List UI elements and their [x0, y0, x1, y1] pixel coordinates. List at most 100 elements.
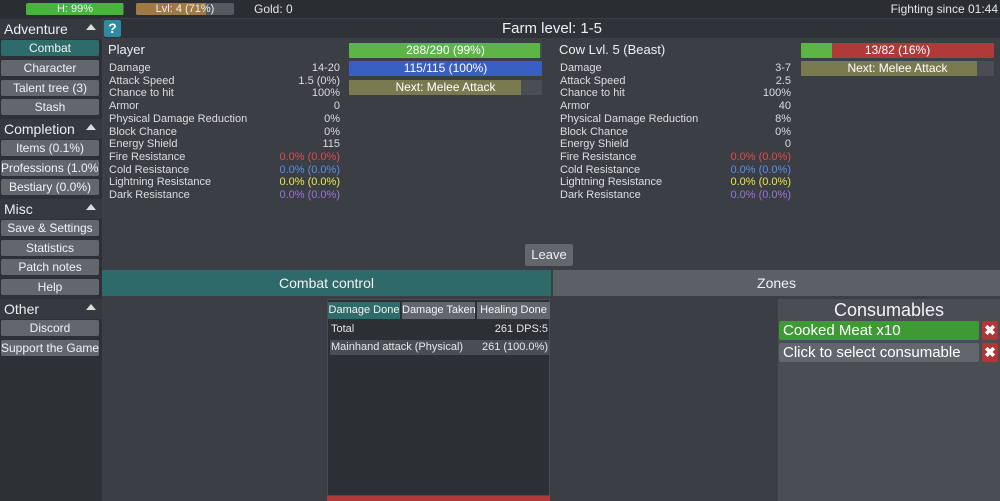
stat-label: Chance to hit: [109, 87, 174, 100]
stat-value: 0%: [324, 125, 340, 138]
enemy-name: Cow Lvl. 5 (Beast): [559, 42, 666, 57]
damage-meter: Damage Done Damage Taken Healing Done To…: [327, 299, 550, 496]
stat-row: Dark Resistance 0.0% (0.0%): [109, 189, 340, 202]
leave-button[interactable]: Leave: [525, 244, 573, 266]
stat-value: 1.5 (0%): [298, 74, 340, 87]
consumable-slot-2[interactable]: Click to select consumable: [779, 343, 979, 362]
stat-label: Lightning Resistance: [560, 176, 663, 189]
section-adventure[interactable]: Adventure: [0, 19, 102, 39]
stat-row: Chance to hit 100%: [560, 87, 791, 100]
stat-label: Energy Shield: [560, 138, 629, 151]
nav-character[interactable]: Character: [1, 60, 99, 76]
section-misc[interactable]: Misc: [0, 199, 102, 219]
remove-consumable-1-close-icon[interactable]: ✖: [982, 321, 998, 340]
enemy-hp-bar: 13/82 (16%): [801, 43, 994, 58]
meter-reset-button[interactable]: [327, 496, 550, 501]
stat-value: 0.0% (0.0%): [279, 176, 340, 189]
stat-value: 100%: [762, 87, 791, 100]
stat-value: 0.0% (0.0%): [730, 176, 791, 189]
stat-row: Attack Speed 1.5 (0%): [109, 75, 340, 88]
stat-row: Armor 40: [560, 100, 791, 113]
nav-talent-tree[interactable]: Talent tree (3): [1, 80, 99, 96]
help-icon[interactable]: ?: [104, 20, 121, 37]
stat-label: Armor: [109, 100, 139, 113]
stat-label: Energy Shield: [109, 138, 178, 151]
stat-row: Armor 0: [109, 100, 340, 113]
nav-professions[interactable]: Professions (1.0%): [1, 160, 99, 176]
gold-display: Gold: 0: [254, 2, 293, 16]
chevron-up-icon[interactable]: [86, 124, 96, 130]
nav-support-the-game[interactable]: Support the Game: [1, 340, 99, 356]
stat-value: 0.0% (0.0%): [279, 150, 340, 163]
stat-value: 0.0% (0.0%): [279, 163, 340, 176]
fighting-timer: Fighting since 01:44: [890, 2, 998, 16]
meter-tab-damage-done[interactable]: Damage Done: [328, 302, 400, 319]
enemy-next-attack-bar: Next: Melee Attack: [801, 61, 994, 76]
meter-tab-healing-done[interactable]: Healing Done: [477, 302, 550, 319]
nav-patch-notes[interactable]: Patch notes: [1, 259, 99, 275]
player-next-attack-bar: Next: Melee Attack: [349, 80, 542, 95]
stat-row: Physical Damage Reduction 8%: [560, 113, 791, 126]
nav-combat[interactable]: Combat: [1, 40, 99, 56]
stat-label: Cold Resistance: [109, 163, 190, 176]
chevron-up-icon[interactable]: [86, 24, 96, 30]
meter-total-row: Total 261 DPS:5: [330, 322, 549, 337]
remove-consumable-2-close-icon[interactable]: ✖: [982, 343, 998, 362]
stat-value: 40: [778, 100, 791, 113]
tab-combat-control[interactable]: Combat control: [102, 270, 551, 296]
nav-help[interactable]: Help: [1, 279, 99, 295]
stat-label: Block Chance: [109, 125, 177, 138]
stat-row: Fire Resistance 0.0% (0.0%): [560, 151, 791, 164]
nav-bestiary[interactable]: Bestiary (0.0%): [1, 179, 99, 195]
stat-value: 0.0% (0.0%): [730, 163, 791, 176]
stat-value: 0%: [775, 125, 791, 138]
stat-value: 0: [784, 138, 791, 151]
stat-value: 0.0% (0.0%): [279, 189, 340, 201]
nav-statistics[interactable]: Statistics: [1, 240, 99, 256]
sidebar: Adventure Combat Character Talent tree (…: [0, 18, 102, 501]
stat-value: 0.0% (0.0%): [730, 150, 791, 163]
section-other[interactable]: Other: [0, 299, 102, 319]
stat-label: Chance to hit: [560, 87, 625, 100]
stat-label: Physical Damage Reduction: [560, 112, 699, 125]
player-energy-bar: 115/115 (100%): [349, 61, 542, 76]
health-bar: H: 99%: [26, 3, 124, 15]
consumable-slot-1[interactable]: Cooked Meat x10: [779, 321, 979, 340]
stat-row: Cold Resistance 0.0% (0.0%): [560, 164, 791, 177]
stat-value: 2.5: [775, 74, 791, 87]
stat-value: 100%: [311, 87, 340, 100]
farm-level-title: Farm level: 1-5: [501, 20, 603, 37]
stat-label: Damage: [109, 62, 151, 74]
stat-row: Dark Resistance 0.0% (0.0%): [560, 189, 791, 202]
nav-items[interactable]: Items (0.1%): [1, 140, 99, 156]
nav-save-settings[interactable]: Save & Settings: [1, 220, 99, 236]
stat-value: 115: [322, 138, 340, 151]
health-bar-label: H: 99%: [56, 3, 94, 15]
chevron-up-icon[interactable]: [86, 204, 96, 210]
stat-row: Damage 3-7: [560, 62, 791, 75]
player-energy-label: 115/115 (100%): [403, 61, 488, 75]
top-status-bar: H: 99% Lvl: 4 (71%) Gold: 0 Fighting sin…: [0, 0, 1000, 18]
stat-value: 8%: [775, 112, 791, 125]
level-bar: Lvl: 4 (71%): [136, 3, 234, 15]
enemy-hp-fill: [801, 43, 832, 58]
stat-label: Dark Resistance: [109, 189, 190, 201]
meter-tab-damage-taken[interactable]: Damage Taken: [402, 302, 476, 319]
stat-row: Lightning Resistance 0.0% (0.0%): [560, 176, 791, 189]
nav-stash[interactable]: Stash: [1, 99, 99, 115]
stat-label: Dark Resistance: [560, 189, 641, 201]
stat-label: Cold Resistance: [560, 163, 641, 176]
tab-zones[interactable]: Zones: [553, 270, 1000, 296]
player-hp-label: 288/290 (99%): [406, 43, 485, 57]
stat-value: 0: [333, 100, 340, 113]
nav-discord[interactable]: Discord: [1, 320, 99, 336]
stat-label: Attack Speed: [109, 74, 175, 87]
stat-row: Energy Shield 0: [560, 138, 791, 151]
stat-value: 0.0% (0.0%): [730, 189, 791, 201]
stat-row: Block Chance 0%: [109, 126, 340, 139]
section-completion[interactable]: Completion: [0, 119, 102, 139]
player-hp-bar: 288/290 (99%): [349, 43, 542, 58]
chevron-up-icon[interactable]: [86, 304, 96, 310]
meter-row-value: 261 (100.0%): [481, 341, 548, 353]
level-bar-label: Lvl: 4 (71%): [155, 3, 215, 15]
